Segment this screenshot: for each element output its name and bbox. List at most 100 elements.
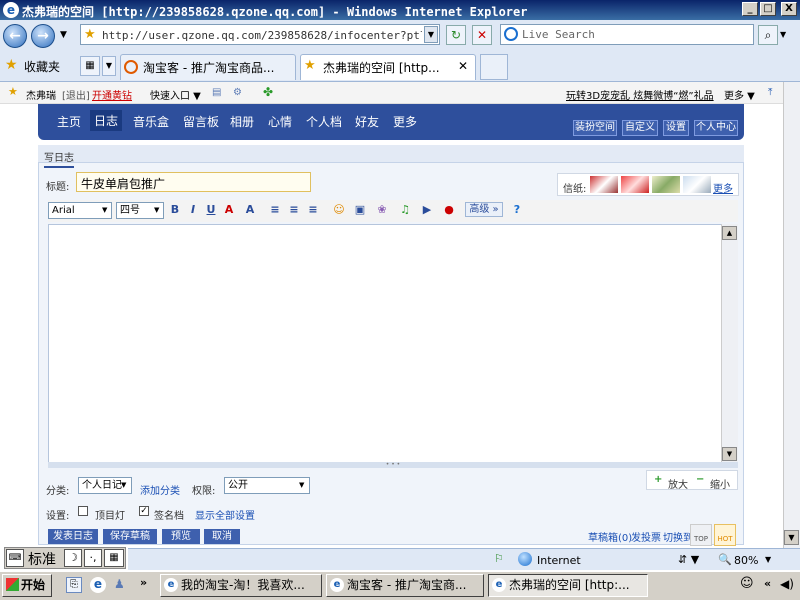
decorate-space-button[interactable]: 装扮空间 bbox=[573, 120, 617, 136]
stationery-more-link[interactable]: 更多 bbox=[713, 180, 733, 195]
protected-mode-icon[interactable]: ⇵ ▼ bbox=[678, 553, 699, 566]
pin-icon[interactable]: ⤒ bbox=[768, 87, 772, 98]
quick-tabs-icon[interactable]: ▦ bbox=[80, 56, 100, 76]
tab-taobaoke[interactable]: 淘宝客 - 推广淘宝商品... bbox=[120, 54, 296, 80]
image-icon[interactable]: ▣ bbox=[353, 203, 367, 217]
user-name[interactable]: 杰弗瑞 bbox=[26, 87, 56, 102]
nav-more[interactable]: 更多 bbox=[393, 113, 417, 130]
settings-gear-icon[interactable]: ⚙ bbox=[233, 87, 242, 98]
ime-halfwidth-icon[interactable]: ☽ bbox=[64, 549, 82, 567]
ime-mode-label[interactable]: 标准 bbox=[28, 549, 56, 569]
scroll-down-icon[interactable]: ▼ bbox=[784, 530, 799, 545]
personal-center-button[interactable]: 个人中心 bbox=[694, 120, 738, 136]
zoom-level[interactable]: 80% bbox=[734, 554, 758, 567]
quicklaunch-desktop-icon[interactable]: ⎘ bbox=[66, 577, 82, 593]
stationery-thumb-2[interactable] bbox=[621, 176, 649, 193]
align-center-icon[interactable]: ≡ bbox=[287, 203, 301, 217]
search-go-icon[interactable]: ⌕ bbox=[758, 25, 778, 45]
ime-punctuation-icon[interactable]: ·, bbox=[84, 549, 102, 567]
clover-icon[interactable]: ✤ bbox=[263, 85, 273, 99]
emoticon-icon[interactable]: ☺ bbox=[332, 203, 346, 217]
back-to-top-icon[interactable]: TOP bbox=[690, 524, 712, 546]
quicklaunch-app-icon[interactable]: ♟ bbox=[114, 577, 128, 593]
music-icon[interactable]: ♫ bbox=[398, 203, 412, 217]
title-input[interactable]: 牛皮单肩包推广 bbox=[76, 172, 311, 192]
add-category-link[interactable]: 添加分类 bbox=[140, 482, 180, 497]
tray-qq-icon[interactable]: ☺ bbox=[740, 576, 754, 591]
drafts-link[interactable]: 草稿箱(0) bbox=[588, 529, 632, 544]
align-left-icon[interactable]: ≡ bbox=[268, 203, 282, 217]
font-family-dropdown-icon[interactable]: ▼ bbox=[102, 206, 107, 214]
zoom-dropdown-icon[interactable]: ▼ bbox=[765, 555, 771, 564]
address-dropdown-icon[interactable]: ▼ bbox=[424, 26, 438, 43]
nav-profile[interactable]: 个人档 bbox=[306, 113, 342, 130]
stationery-thumb-1[interactable] bbox=[590, 176, 618, 193]
quicklaunch-ie-icon[interactable]: e bbox=[90, 577, 106, 593]
vote-link[interactable]: 发投票 bbox=[631, 529, 661, 544]
vip-link[interactable]: 开通黄钻 bbox=[92, 87, 132, 102]
nav-mood[interactable]: 心情 bbox=[268, 113, 292, 130]
resize-handle[interactable]: • • • bbox=[48, 462, 738, 468]
maximize-button[interactable]: □ bbox=[760, 2, 776, 16]
logout-link[interactable]: [退出] bbox=[62, 87, 90, 102]
hot-icon[interactable]: HOT bbox=[714, 524, 736, 546]
font-size-dropdown-icon[interactable]: ▼ bbox=[154, 206, 159, 214]
close-window-button[interactable]: X bbox=[781, 2, 797, 16]
zoom-icon[interactable]: 🔍 bbox=[718, 553, 732, 566]
new-tab-button[interactable] bbox=[480, 54, 508, 80]
album-icon[interactable]: ❀ bbox=[375, 203, 389, 217]
highlight-icon[interactable]: A bbox=[243, 203, 257, 217]
nav-blog[interactable]: 日志 bbox=[90, 110, 123, 131]
editor-scroll-down-icon[interactable]: ▼ bbox=[722, 447, 737, 461]
align-right-icon[interactable]: ≡ bbox=[306, 203, 320, 217]
quick-entry-menu[interactable]: 快速入口 ▼ bbox=[150, 87, 201, 102]
tray-expand-icon[interactable]: « bbox=[764, 577, 771, 590]
flash-icon[interactable]: ● bbox=[442, 203, 456, 217]
search-input[interactable]: Live Search bbox=[522, 28, 595, 41]
help-icon[interactable]: ? bbox=[510, 203, 524, 217]
font-color-icon[interactable]: A bbox=[222, 203, 236, 217]
forward-button[interactable]: → bbox=[31, 24, 55, 48]
underline-icon[interactable]: U bbox=[204, 203, 218, 217]
task-taobaoke[interactable]: 淘宝客 - 推广淘宝商... bbox=[326, 574, 484, 597]
top-checkbox[interactable] bbox=[78, 506, 88, 516]
back-button[interactable]: ← bbox=[3, 24, 27, 48]
customize-button[interactable]: 自定义 bbox=[622, 120, 658, 136]
stationery-thumb-4[interactable] bbox=[683, 176, 711, 193]
switch-link[interactable]: 切换到 bbox=[663, 529, 693, 544]
blog-content-editor[interactable] bbox=[48, 224, 738, 464]
task-taobao[interactable]: 我的淘宝-淘！我喜欢... bbox=[160, 574, 322, 597]
italic-icon[interactable]: I bbox=[186, 203, 200, 217]
editor-scroll-up-icon[interactable]: ▲ bbox=[722, 226, 737, 240]
task-qzone[interactable]: 杰弗瑞的空间 [http:... bbox=[488, 574, 648, 597]
category-dropdown-icon[interactable]: ▼ bbox=[121, 481, 126, 489]
tab-list-icon[interactable]: ▼ bbox=[102, 56, 116, 76]
stationery-thumb-3[interactable] bbox=[652, 176, 680, 193]
close-tab-icon[interactable]: ✕ bbox=[458, 59, 468, 73]
ime-logo-icon[interactable]: ⌨ bbox=[6, 549, 24, 567]
permission-select[interactable]: 公开 bbox=[224, 477, 310, 494]
nav-friends[interactable]: 好友 bbox=[355, 113, 379, 130]
page-scrollbar[interactable] bbox=[783, 82, 800, 548]
permission-dropdown-icon[interactable]: ▼ bbox=[299, 481, 304, 489]
save-draft-button[interactable]: 保存草稿 bbox=[103, 529, 157, 544]
promo-link[interactable]: 玩转3D宠宠乱 炫舞微博“燃”礼品 bbox=[566, 87, 714, 102]
video-icon[interactable]: ▶ bbox=[420, 203, 434, 217]
settings-button[interactable]: 设置 bbox=[663, 120, 689, 136]
tray-volume-icon[interactable]: ◀) bbox=[780, 577, 794, 591]
shrink-icon[interactable]: − bbox=[696, 474, 704, 485]
preview-button[interactable]: 预览 bbox=[162, 529, 200, 544]
quicklaunch-more-icon[interactable]: » bbox=[140, 576, 147, 589]
address-text[interactable]: http://user.qzone.qq.com/239858628/infoc… bbox=[102, 29, 422, 42]
stop-icon[interactable]: ✕ bbox=[472, 25, 492, 45]
cancel-button[interactable]: 取消 bbox=[204, 529, 240, 544]
ime-keyboard-icon[interactable]: ▦ bbox=[104, 549, 124, 567]
shrink-label[interactable]: 缩小 bbox=[710, 476, 730, 491]
nav-album[interactable]: 相册 bbox=[230, 113, 254, 130]
bold-icon[interactable]: B bbox=[168, 203, 182, 217]
show-all-settings-link[interactable]: 显示全部设置 bbox=[195, 507, 255, 522]
expand-icon[interactable]: + bbox=[654, 474, 662, 485]
more-menu[interactable]: 更多 ▼ bbox=[724, 87, 755, 102]
minimize-button[interactable]: _ bbox=[742, 2, 758, 16]
expand-label[interactable]: 放大 bbox=[668, 476, 688, 491]
